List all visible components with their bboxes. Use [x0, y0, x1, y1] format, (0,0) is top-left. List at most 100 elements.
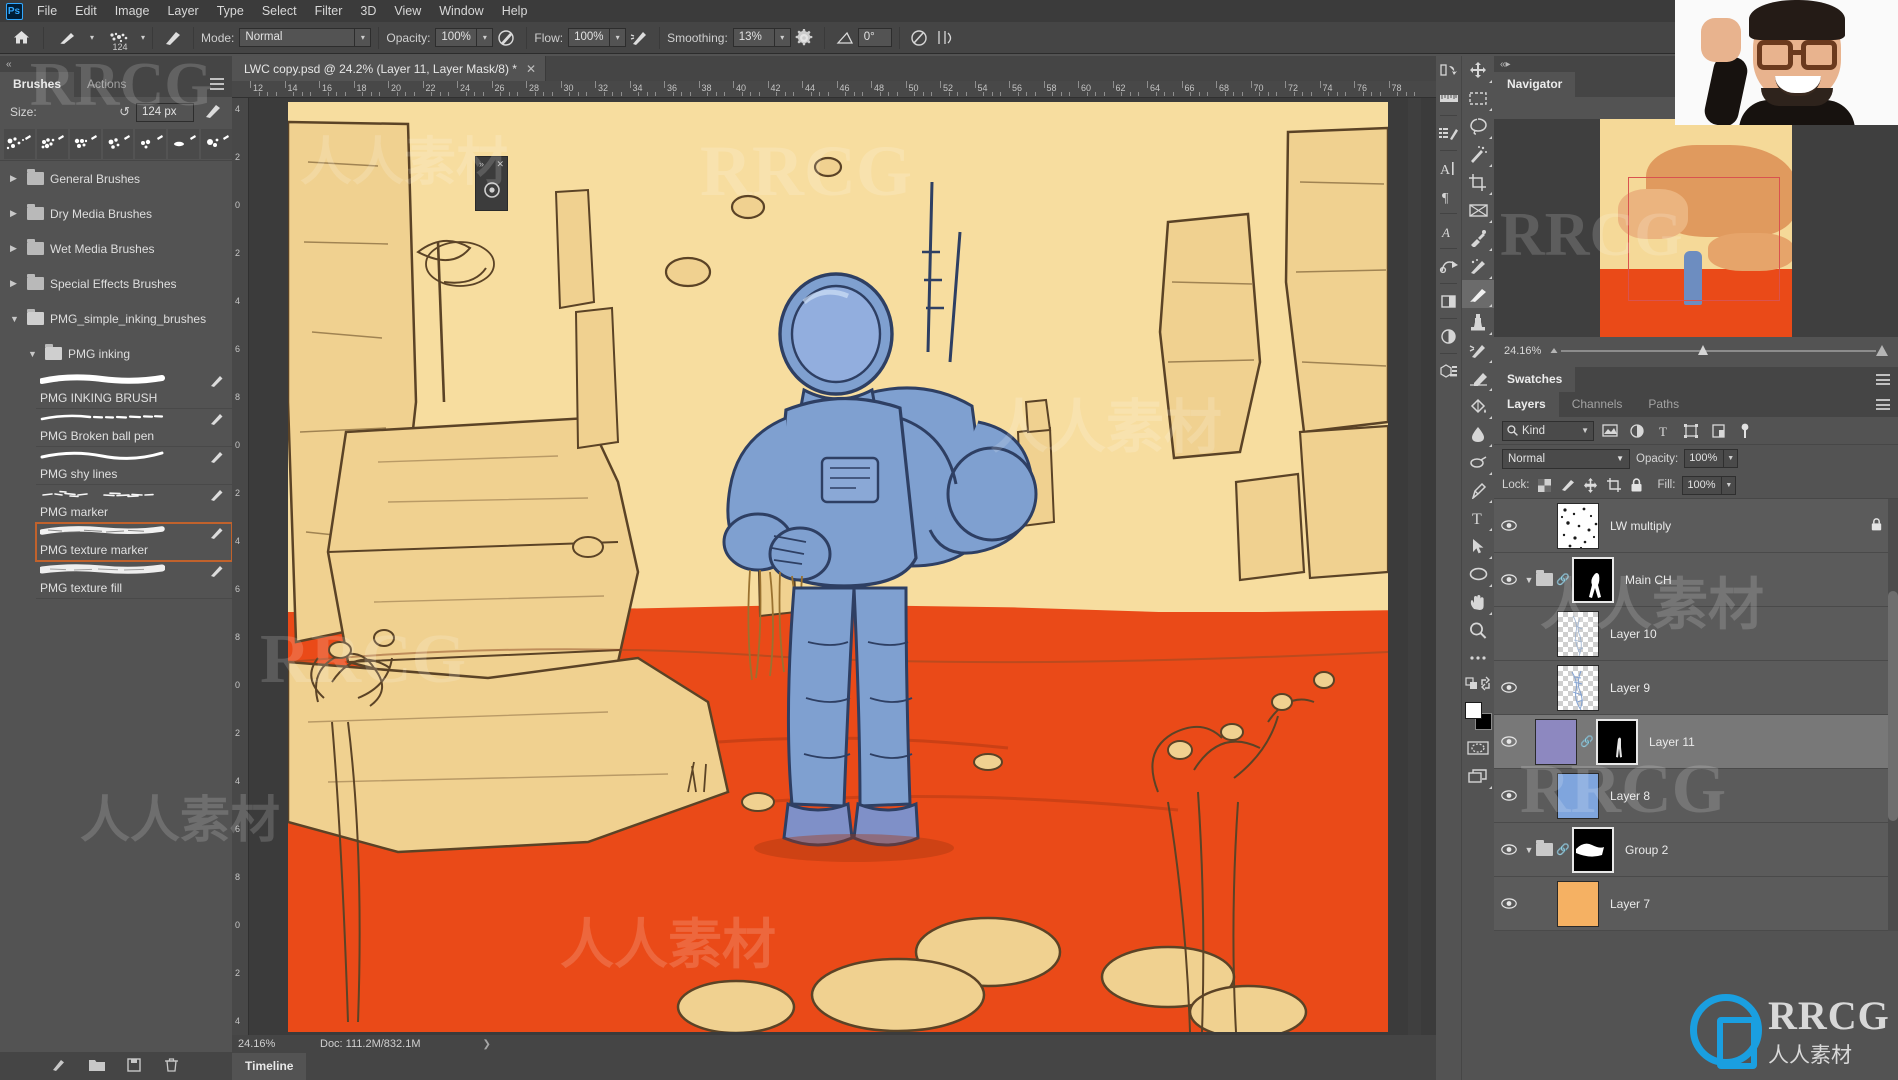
rotate-view-icon[interactable]: [476, 171, 507, 209]
brush-stamp[interactable]: [135, 128, 167, 159]
brush-folder-pmg-simple-inking[interactable]: ▼ PMG_simple_inking_brushes: [0, 301, 232, 336]
layer-visibility-icon[interactable]: [1496, 823, 1522, 877]
brush-tip-icon[interactable]: [204, 103, 222, 122]
pressure-size-icon[interactable]: [907, 25, 933, 51]
artwork-canvas[interactable]: [288, 102, 1388, 1032]
brush-item-pmg-texture-marker[interactable]: PMG texture marker: [35, 522, 233, 562]
lock-image-icon[interactable]: [1560, 477, 1576, 493]
type-icon[interactable]: T: [1462, 504, 1494, 532]
character-style-icon[interactable]: A: [1436, 217, 1461, 245]
layer-mask-thumbnail[interactable]: [1596, 718, 1638, 765]
navigator-thumbnail[interactable]: [1600, 119, 1792, 337]
hand-icon[interactable]: [1462, 588, 1494, 616]
brush-folder-special-effects[interactable]: ▶ Special Effects Brushes: [0, 266, 232, 301]
status-zoom[interactable]: 24.16%: [238, 1038, 320, 1050]
shape-filter-icon[interactable]: [1680, 421, 1702, 441]
panel-menu-icon[interactable]: [1876, 399, 1890, 410]
pen-icon[interactable]: [1462, 476, 1494, 504]
pixel-filter-icon[interactable]: [1599, 421, 1621, 441]
navigator-preview-area[interactable]: [1494, 119, 1898, 337]
angle-value[interactable]: 0°: [857, 28, 892, 47]
layer-thumbnail[interactable]: [1557, 502, 1599, 549]
layer-visibility-icon[interactable]: [1496, 877, 1522, 931]
character-icon[interactable]: A: [1436, 154, 1461, 182]
flow-input[interactable]: 100% ▾: [568, 28, 627, 47]
collapse-left-icon[interactable]: «: [0, 56, 232, 72]
table-row[interactable]: ▼ 🔗 Main CH: [1494, 553, 1898, 607]
navigator-view-box[interactable]: [1628, 177, 1780, 301]
brush-folder-pmg-inking[interactable]: ▼ PMG inking: [0, 336, 232, 371]
path-select-icon[interactable]: [1436, 252, 1461, 280]
filter-toggle-icon[interactable]: [1734, 421, 1756, 441]
menu-filter[interactable]: Filter: [306, 0, 352, 22]
layer-fill-input[interactable]: 100% ▼: [1682, 475, 1737, 495]
pencil-icon[interactable]: [210, 564, 224, 578]
layer-blend-mode-select[interactable]: Normal ▼: [1502, 448, 1630, 469]
brush-tip-dropdown-icon[interactable]: ▾: [141, 33, 145, 42]
brush-preset-icon[interactable]: [51, 25, 87, 51]
layer-list-scrollbar[interactable]: [1888, 499, 1898, 931]
menu-3d[interactable]: 3D: [351, 0, 385, 22]
link-icon[interactable]: 🔗: [1556, 573, 1570, 586]
pencil-icon[interactable]: [210, 374, 224, 388]
tab-navigator[interactable]: Navigator: [1494, 72, 1576, 97]
brush-icon[interactable]: [1462, 280, 1494, 308]
lock-artboard-icon[interactable]: [1606, 477, 1622, 493]
healing-brush-icon[interactable]: [1462, 252, 1494, 280]
pencil-icon[interactable]: [210, 488, 224, 502]
brush-stamp[interactable]: [102, 128, 134, 159]
gear-icon[interactable]: [791, 25, 817, 51]
canvas-vertical-scrollbar[interactable]: [1408, 98, 1421, 1038]
pencil-icon[interactable]: [210, 412, 224, 426]
menu-select[interactable]: Select: [253, 0, 306, 22]
layer-opacity-input[interactable]: 100% ▼: [1684, 449, 1739, 468]
path-selection-icon[interactable]: [1462, 532, 1494, 560]
layer-kind-select[interactable]: Kind ▼: [1502, 420, 1594, 441]
flyout-expand-icon[interactable]: »: [479, 159, 484, 169]
dodge-icon[interactable]: [1462, 448, 1494, 476]
tab-timeline[interactable]: Timeline: [232, 1053, 307, 1080]
layer-thumbnail[interactable]: [1535, 718, 1577, 765]
layer-visibility-icon[interactable]: [1496, 715, 1522, 769]
chevron-right-icon[interactable]: ❯: [482, 1039, 490, 1050]
close-icon[interactable]: ✕: [496, 159, 504, 170]
zoom-out-icon[interactable]: [1550, 348, 1558, 353]
menu-window[interactable]: Window: [430, 0, 492, 22]
marquee-icon[interactable]: [1462, 84, 1494, 112]
link-icon[interactable]: 🔗: [1580, 735, 1594, 748]
brush-stamp[interactable]: [69, 128, 101, 159]
quick-mask-icon[interactable]: [1462, 734, 1494, 762]
frame-icon[interactable]: [1436, 287, 1461, 315]
eyedropper-icon[interactable]: [1462, 224, 1494, 252]
close-icon[interactable]: ✕: [526, 62, 536, 76]
menu-edit[interactable]: Edit: [66, 0, 106, 22]
slice-icon[interactable]: [1462, 196, 1494, 224]
new-brush-icon[interactable]: [51, 1058, 67, 1074]
tab-swatches[interactable]: Swatches: [1494, 367, 1576, 392]
chevron-down-icon[interactable]: ▼: [1522, 845, 1536, 855]
menu-view[interactable]: View: [385, 0, 430, 22]
tab-paths[interactable]: Paths: [1635, 392, 1692, 417]
type-filter-icon[interactable]: T: [1653, 421, 1675, 441]
reset-icon[interactable]: ↺: [119, 104, 130, 120]
layer-mask-thumbnail[interactable]: [1572, 826, 1614, 873]
delete-icon[interactable]: [165, 1058, 181, 1074]
navigator-zoom-slider[interactable]: [1549, 345, 1888, 357]
lasso-icon[interactable]: [1462, 112, 1494, 140]
menu-layer[interactable]: Layer: [158, 0, 207, 22]
home-icon[interactable]: [6, 25, 36, 51]
lock-transparent-icon[interactable]: [1537, 477, 1553, 493]
3d-icon[interactable]: [1436, 357, 1461, 385]
layer-visibility-icon[interactable]: [1496, 769, 1522, 823]
menu-file[interactable]: File: [28, 0, 66, 22]
clone-stamp-icon[interactable]: [1462, 308, 1494, 336]
canvas-tool-flyout[interactable]: » ✕: [475, 156, 508, 211]
foreground-color-swatch[interactable]: [1465, 702, 1482, 719]
navigator-zoom-value[interactable]: 24.16%: [1504, 345, 1541, 357]
menu-help[interactable]: Help: [493, 0, 537, 22]
menu-type[interactable]: Type: [208, 0, 253, 22]
brush-item-pmg-shy-lines[interactable]: PMG shy lines: [36, 447, 232, 485]
brush-item-pmg-inking-brush[interactable]: PMG INKING BRUSH: [36, 371, 232, 409]
color-swatches[interactable]: [1462, 700, 1494, 734]
panel-menu-icon[interactable]: [210, 78, 224, 90]
